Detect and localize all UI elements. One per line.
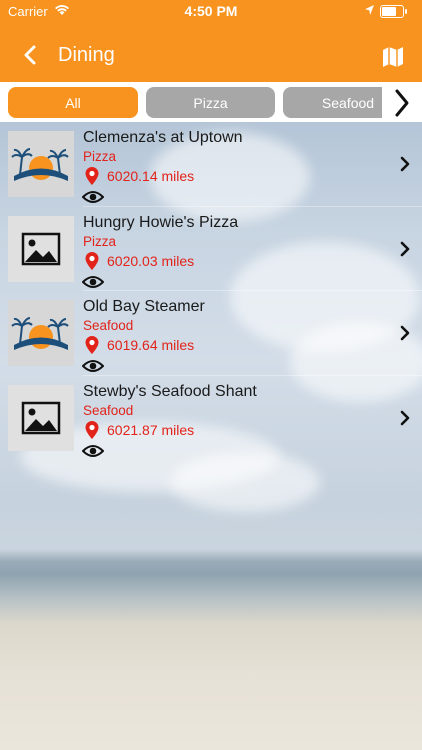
restaurant-distance: 6021.87 miles [107,421,195,438]
tab-all[interactable]: All [8,87,138,118]
tab-pizza[interactable]: Pizza [146,87,275,118]
beach-logo [8,131,74,197]
eye-icon[interactable] [82,275,104,289]
list-item[interactable]: Old Bay Steamer Seafood 6019.64 miles [0,291,422,376]
placeholder-photo-icon [8,384,74,451]
chevron-left-icon[interactable] [18,42,44,68]
nav-bar: Dining [0,28,422,82]
map-pin-icon [85,251,99,270]
location-arrow-icon [365,5,374,15]
restaurant-name: Stewby's Seafood Shant [83,382,257,400]
restaurant-list: Clemenza's at Uptown Pizza 6020.14 miles… [0,122,422,460]
page-title: Dining [58,44,115,66]
chevron-right-icon[interactable] [399,155,411,173]
beach-logo [8,300,74,366]
battery-level [382,7,396,16]
list-item[interactable]: Stewby's Seafood Shant Seafood 6021.87 m… [0,376,422,461]
list-item[interactable]: Clemenza's at Uptown Pizza 6020.14 miles [0,122,422,207]
chevron-right-icon[interactable] [399,324,411,342]
chevron-right-icon[interactable] [399,240,411,258]
chevron-right-icon[interactable] [399,409,411,427]
restaurant-distance: 6019.64 miles [107,337,195,353]
restaurant-category: Seafood [83,318,134,333]
restaurant-category: Seafood [83,402,134,418]
eye-icon[interactable] [82,444,104,458]
header: Carrier 4:50 PM Dining [0,0,422,82]
restaurant-distance: 6020.03 miles [107,252,195,269]
restaurant-name: Clemenza's at Uptown [83,129,243,146]
restaurant-distance: 6020.14 miles [107,168,195,184]
chevron-right-icon [395,89,409,117]
status-time: 4:50 PM [184,3,238,19]
status-bar: Carrier 4:50 PM [0,0,422,24]
restaurant-name: Old Bay Steamer [83,298,205,315]
eye-icon[interactable] [82,359,104,373]
placeholder-photo-icon [8,215,74,282]
map-pin-icon [85,420,99,439]
map-pin-icon [85,336,99,354]
map-pin-icon [85,167,99,185]
category-tabs: All Pizza Seafood [0,82,422,122]
list-item[interactable]: Hungry Howie's Pizza Pizza 6020.03 miles [0,207,422,291]
restaurant-category: Pizza [83,149,117,164]
eye-icon[interactable] [82,190,104,204]
battery-icon [380,5,407,18]
restaurant-category: Pizza [83,233,117,249]
restaurant-name: Hungry Howie's Pizza [83,213,239,231]
tabs-scroll-right-button[interactable] [382,84,422,122]
map-icon[interactable] [382,46,404,68]
